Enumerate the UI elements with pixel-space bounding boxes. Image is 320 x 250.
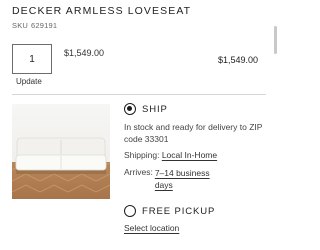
product-image xyxy=(12,104,110,199)
arrives-value-link[interactable]: 7–14 business days xyxy=(155,167,215,191)
section-divider xyxy=(12,94,266,95)
shipping-label: Shipping: xyxy=(124,150,160,160)
sku-number: 629191 xyxy=(31,21,58,30)
select-location-link[interactable]: Select location xyxy=(124,223,179,233)
arrives-line: Arrives: 7–14 business days xyxy=(124,167,215,191)
scrollbar-thumb[interactable] xyxy=(274,26,277,54)
product-title: DECKER ARMLESS LOVESEAT xyxy=(12,5,192,17)
loveseat-image xyxy=(12,104,110,199)
pickup-label[interactable]: FREE PICKUP xyxy=(142,206,215,217)
shipping-method-link[interactable]: Local In-Home xyxy=(162,150,217,160)
sku-label: SKU xyxy=(12,21,29,30)
sku-line: SKU 629191 xyxy=(12,21,57,30)
stock-status: In stock and ready for delivery to ZIP c… xyxy=(124,122,263,144)
unit-price: $1,549.00 xyxy=(64,48,105,58)
scrollbar[interactable] xyxy=(274,0,278,250)
update-link[interactable]: Update xyxy=(16,77,42,86)
shipping-line: Shipping: Local In-Home xyxy=(124,150,217,160)
pickup-radio[interactable] xyxy=(124,205,136,217)
ship-radio[interactable] xyxy=(124,103,136,115)
arrives-label: Arrives: xyxy=(124,167,153,177)
quantity-input[interactable] xyxy=(12,44,52,74)
ship-label[interactable]: SHIP xyxy=(142,104,168,115)
total-price: $1,549.00 xyxy=(217,55,258,65)
